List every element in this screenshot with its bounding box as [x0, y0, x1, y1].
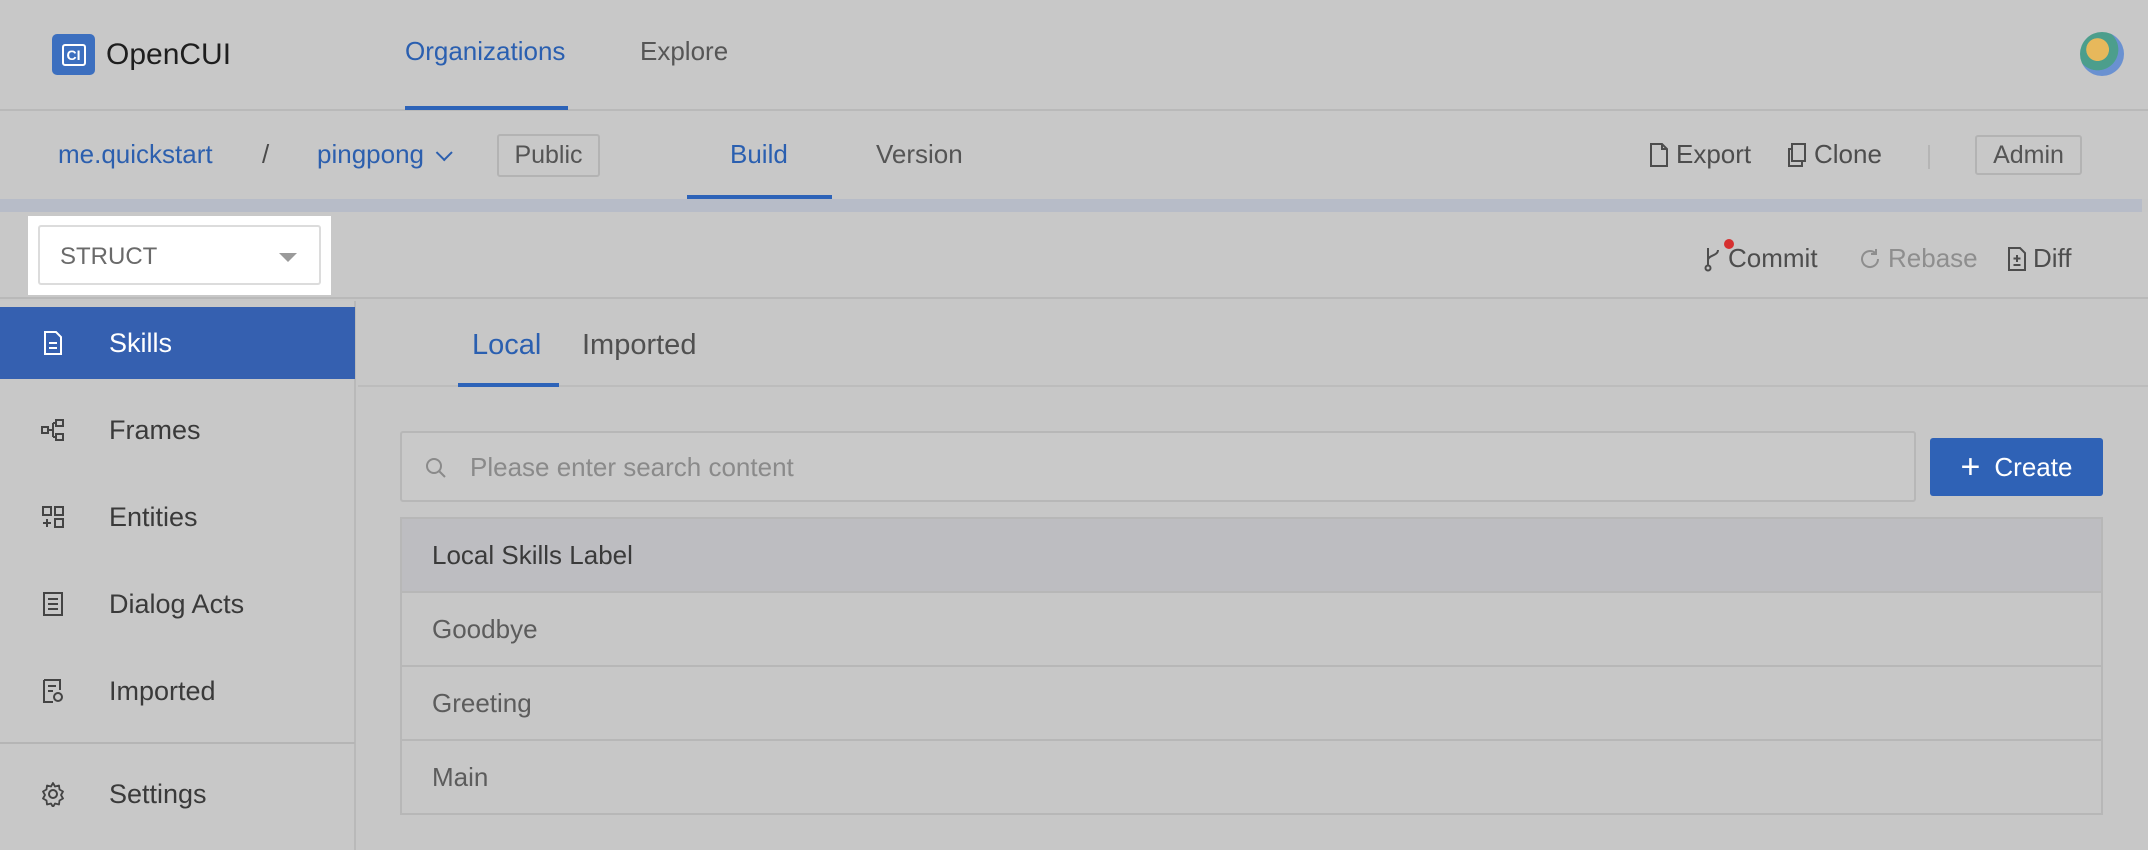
commit-label: Commit: [1728, 243, 1818, 273]
search-field[interactable]: [400, 431, 1916, 502]
sidebar-item-settings[interactable]: Settings: [0, 758, 355, 830]
frames-icon: [41, 419, 64, 441]
search-icon: [426, 458, 446, 478]
sidebar-divider: [0, 742, 355, 744]
sidebar-item-entities[interactable]: Entities: [0, 481, 355, 553]
table-row[interactable]: Main: [402, 741, 2101, 815]
breadcrumb-org[interactable]: me.quickstart: [58, 139, 213, 170]
sidebar-item-imported[interactable]: Imported: [0, 655, 355, 727]
clone-label: Clone: [1814, 139, 1882, 169]
commit-badge-dot: [1724, 239, 1734, 249]
create-label: Create: [1994, 451, 2073, 482]
document-icon: [44, 331, 62, 355]
table-cell: Main: [432, 762, 489, 792]
sidebar-item-label: Frames: [109, 414, 201, 445]
caret-down-icon: [279, 253, 297, 262]
entities-icon: [42, 506, 64, 528]
sidebar-item-skills[interactable]: Skills: [0, 307, 355, 379]
table-row[interactable]: Greeting: [402, 667, 2101, 741]
sidebar-item-label: Skills: [109, 327, 173, 358]
plus-icon: +: [1960, 448, 1981, 486]
export-button[interactable]: Export: [1649, 139, 1751, 170]
diff-icon: [2008, 246, 2026, 271]
sidebar-item-label: Settings: [109, 778, 207, 809]
breadcrumb-separator: /: [262, 139, 270, 169]
project-bar-divider: [0, 199, 2142, 212]
clone-button[interactable]: Clone: [1787, 139, 1882, 170]
sidebar: Skills Frames Entities Dialog Acts Impor…: [0, 301, 356, 850]
opencui-logo-icon: CI: [52, 34, 95, 75]
tab-local[interactable]: Local: [472, 329, 541, 362]
table-header-row: Local Skills Label: [402, 519, 2101, 593]
tab-version[interactable]: Version: [876, 139, 963, 170]
sidebar-item-label: Imported: [109, 675, 216, 706]
project-name: pingpong: [317, 139, 424, 169]
visibility-badge: Public: [497, 134, 600, 177]
table-header-cell: Local Skills Label: [432, 540, 633, 570]
search-input[interactable]: [470, 447, 1870, 487]
dialog-acts-icon: [43, 592, 63, 616]
refresh-icon: [1861, 248, 1880, 268]
breadcrumb-project[interactable]: pingpong: [317, 139, 453, 170]
rebase-button[interactable]: Rebase: [1858, 243, 1978, 274]
app-logo[interactable]: CI OpenCUI: [52, 34, 231, 75]
branch-icon: [1704, 247, 1719, 271]
sidebar-item-label: Entities: [109, 501, 198, 532]
mode-select[interactable]: STRUCT: [38, 225, 321, 285]
tab-build[interactable]: Build: [730, 139, 788, 170]
rebase-label: Rebase: [1888, 243, 1978, 273]
sidebar-item-frames[interactable]: Frames: [0, 394, 355, 466]
commit-button[interactable]: Commit: [1704, 243, 1818, 274]
imported-icon: [43, 679, 63, 703]
clone-icon: [1788, 142, 1806, 167]
export-icon: [1650, 142, 1668, 167]
create-button[interactable]: + Create: [1930, 438, 2103, 496]
diff-button[interactable]: Diff: [2007, 243, 2072, 274]
app-name: OpenCUI: [106, 37, 232, 71]
table-row[interactable]: Goodbye: [402, 593, 2101, 667]
top-navbar: CI OpenCUI Organizations Explore: [0, 0, 2148, 111]
nav-explore[interactable]: Explore: [640, 36, 728, 67]
sidebar-item-dialog-acts[interactable]: Dialog Acts: [0, 568, 355, 640]
tab-imported[interactable]: Imported: [582, 329, 696, 362]
user-avatar[interactable]: [2080, 32, 2124, 76]
gear-icon: [42, 782, 64, 807]
skills-table: Local Skills Label Goodbye Greeting Main: [400, 517, 2103, 815]
nav-active-indicator: [405, 106, 568, 110]
nav-organizations[interactable]: Organizations: [405, 36, 565, 67]
action-divider: [1928, 145, 1930, 169]
export-label: Export: [1676, 139, 1752, 169]
table-cell: Greeting: [432, 688, 532, 718]
table-cell: Goodbye: [432, 614, 538, 644]
tab-active-indicator: [458, 383, 559, 387]
tabs-baseline: [358, 385, 2148, 387]
mode-select-value: STRUCT: [60, 243, 158, 270]
sidebar-item-label: Dialog Acts: [109, 588, 245, 619]
admin-button[interactable]: Admin: [1975, 135, 2082, 175]
diff-label: Diff: [2033, 243, 2072, 273]
